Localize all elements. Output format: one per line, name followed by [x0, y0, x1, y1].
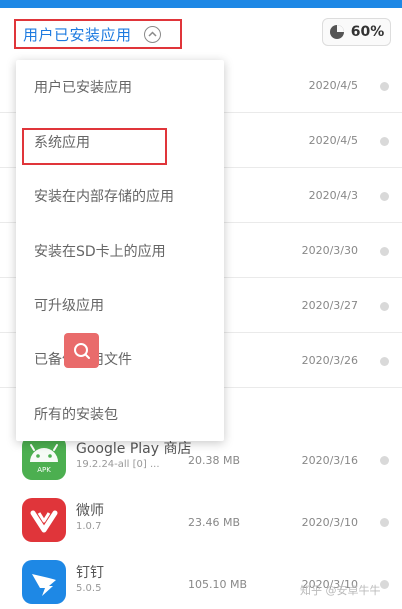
app-name: 钉钉 — [76, 565, 104, 581]
item-select-dot[interactable] — [380, 137, 389, 146]
app-size: 20.38 MB — [188, 454, 241, 467]
storage-percent: 60% — [350, 24, 385, 40]
dingtalk-icon — [22, 560, 66, 604]
menu-item-all-packages[interactable]: 所有的安装包 — [16, 387, 224, 441]
item-date: 2020/4/5 — [308, 79, 358, 92]
app-size: 105.10 MB — [188, 578, 248, 591]
menu-item-sd-card[interactable]: 安装在SD卡上的应用 — [16, 224, 224, 278]
menu-item-internal-storage[interactable]: 安装在内部存储的应用 — [16, 169, 224, 223]
status-bar — [0, 0, 402, 8]
watermark: 知乎 @安卓牛牛 — [300, 584, 381, 597]
highlight-box — [22, 128, 167, 165]
item-select-dot[interactable] — [380, 82, 389, 91]
apk-icon-text: APK — [37, 466, 51, 474]
app-date: 2020/3/10 — [301, 516, 358, 529]
chevron-up-icon — [143, 25, 161, 43]
app-size: 23.46 MB — [188, 516, 241, 529]
item-date: 2020/3/30 — [301, 244, 358, 257]
item-select-dot[interactable] — [380, 357, 389, 366]
item-date: 2020/4/3 — [308, 189, 358, 202]
app-version: 19.2.24-all [0] ... — [76, 459, 160, 470]
weishi-icon — [22, 498, 66, 542]
header: 用户已安装应用 60% — [0, 8, 402, 58]
app-name: 微师 — [76, 503, 104, 519]
item-date: 2020/3/26 — [301, 354, 358, 367]
filter-dropdown-menu: 用户已安装应用 系统应用 安装在内部存储的应用 安装在SD卡上的应用 可升级应用… — [16, 60, 224, 441]
filter-dropdown-button[interactable]: 用户已安装应用 — [14, 19, 182, 49]
app-version: 5.0.5 — [76, 583, 102, 594]
menu-item-user-installed[interactable]: 用户已安装应用 — [16, 60, 224, 114]
pie-chart-icon — [329, 25, 344, 39]
item-date: 2020/3/27 — [301, 299, 358, 312]
menu-item-backed-up[interactable]: 已备份应用文件 — [16, 332, 224, 386]
item-select-dot[interactable] — [380, 456, 389, 465]
search-button[interactable] — [64, 333, 99, 368]
item-date: 2020/4/5 — [308, 134, 358, 147]
item-select-dot[interactable] — [380, 247, 389, 256]
app-list-item[interactable]: 微师 1.0.7 23.46 MB 2020/3/10 — [0, 492, 402, 550]
app-date: 2020/3/16 — [301, 454, 358, 467]
search-icon — [73, 342, 90, 359]
item-select-dot[interactable] — [380, 302, 389, 311]
filter-label: 用户已安装应用 — [23, 25, 132, 44]
app-version: 1.0.7 — [76, 521, 102, 532]
storage-indicator[interactable]: 60% — [322, 18, 391, 46]
item-select-dot[interactable] — [380, 580, 389, 589]
item-select-dot[interactable] — [380, 192, 389, 201]
google-play-icon: APK — [22, 436, 66, 480]
menu-item-upgradable[interactable]: 可升级应用 — [16, 278, 224, 332]
app-name: Google Play 商店 — [76, 441, 192, 457]
item-select-dot[interactable] — [380, 518, 389, 527]
